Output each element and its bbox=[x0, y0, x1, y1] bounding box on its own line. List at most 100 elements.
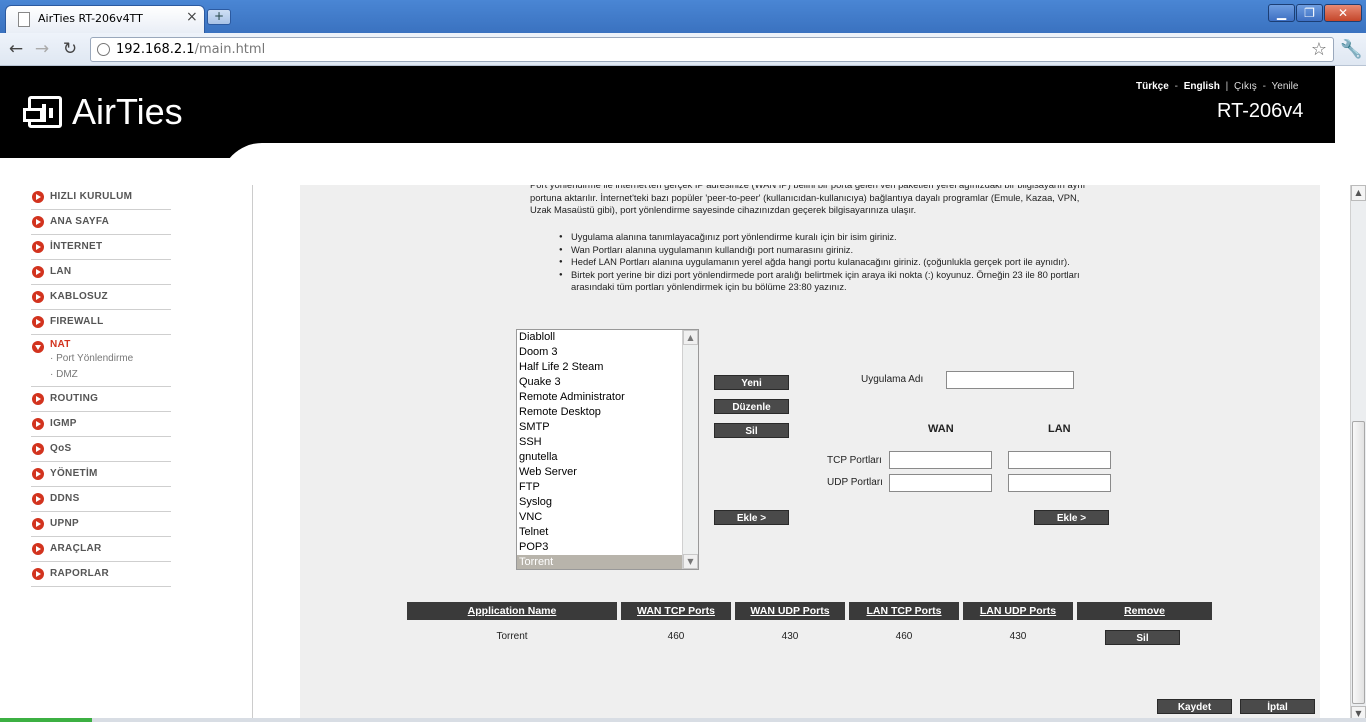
sidebar-item-routing[interactable]: ROUTING bbox=[31, 387, 171, 412]
list-item-selected[interactable]: Torrent bbox=[517, 555, 698, 569]
browser-tab[interactable]: AirTies RT-206v4TT × bbox=[5, 5, 205, 33]
sidebar-item-label: İNTERNET bbox=[50, 241, 103, 252]
sidebar-item-ddns[interactable]: DDNS bbox=[31, 487, 171, 512]
back-icon[interactable]: ← bbox=[6, 39, 26, 59]
column-header-lan-udp[interactable]: LAN UDP Ports bbox=[963, 602, 1073, 620]
lang-turkish-link[interactable]: Türkçe bbox=[1136, 81, 1169, 92]
close-window-button[interactable]: ✕ bbox=[1324, 4, 1362, 22]
list-item[interactable]: SSH bbox=[517, 435, 698, 450]
logo-text: AirTies bbox=[72, 91, 183, 132]
scroll-up-icon[interactable]: ▲ bbox=[683, 330, 698, 345]
sidebar-item-hizli-kurulum[interactable]: HIZLI KURULUM bbox=[31, 185, 171, 210]
instruction-item: Hedef LAN Portları alanına uygulamanın y… bbox=[559, 256, 1091, 269]
scrollbar-thumb[interactable] bbox=[1352, 421, 1365, 704]
list-item[interactable]: Remote Desktop bbox=[517, 405, 698, 420]
sidebar-item-label: LAN bbox=[50, 266, 72, 277]
column-header-remove[interactable]: Remove bbox=[1077, 602, 1212, 620]
list-item[interactable]: Telnet bbox=[517, 525, 698, 540]
list-item[interactable]: VNC bbox=[517, 510, 698, 525]
sidebar-item-lan[interactable]: LAN bbox=[31, 260, 171, 285]
list-item[interactable]: Syslog bbox=[517, 495, 698, 510]
column-header-lan-tcp[interactable]: LAN TCP Ports bbox=[849, 602, 959, 620]
sidebar-item-raporlar[interactable]: RAPORLAR bbox=[31, 562, 171, 587]
add-app-button[interactable]: Ekle > bbox=[714, 510, 789, 525]
list-item[interactable]: Web Server bbox=[517, 465, 698, 480]
sidebar-item-label: QoS bbox=[50, 443, 72, 454]
list-item[interactable]: Half Life 2 Steam bbox=[517, 360, 698, 375]
sidebar-item-label: DDNS bbox=[50, 493, 80, 504]
list-item[interactable]: Diabloll bbox=[517, 330, 698, 345]
column-header-app-name[interactable]: Application Name bbox=[407, 602, 617, 620]
arrow-bullet-icon bbox=[32, 543, 44, 555]
arrow-bullet-icon bbox=[32, 266, 44, 278]
refresh-link[interactable]: Yenile bbox=[1272, 81, 1299, 92]
arrow-bullet-icon bbox=[32, 518, 44, 530]
lan-tcp-input[interactable] bbox=[1008, 451, 1111, 469]
logout-link[interactable]: Çıkış bbox=[1234, 81, 1257, 92]
taskbar-strip bbox=[0, 718, 1366, 722]
address-bar[interactable]: 192.168.2.1/main.html ☆ bbox=[90, 37, 1334, 62]
list-item[interactable]: Quake 3 bbox=[517, 375, 698, 390]
arrow-bullet-icon bbox=[32, 191, 44, 203]
close-tab-icon[interactable]: × bbox=[186, 9, 198, 25]
page-icon bbox=[18, 12, 30, 27]
separator: | bbox=[1225, 81, 1229, 92]
save-button[interactable]: Kaydet bbox=[1157, 699, 1232, 714]
sidebar-item-araclar[interactable]: ARAÇLAR bbox=[31, 537, 171, 562]
new-tab-button[interactable]: + bbox=[207, 9, 231, 25]
edit-button[interactable]: Düzenle bbox=[714, 399, 789, 414]
instructions-list: Uygulama alanına tanımlayacağınız port y… bbox=[559, 231, 1091, 294]
sidebar-item-igmp[interactable]: IGMP bbox=[31, 412, 171, 437]
scroll-up-icon[interactable]: ▲ bbox=[1351, 185, 1366, 201]
table-cell-lan-udp: 430 bbox=[1009, 631, 1027, 642]
page-scrollbar[interactable]: ▲ ▼ bbox=[1350, 185, 1366, 722]
lang-english-link[interactable]: English bbox=[1184, 81, 1220, 92]
wan-udp-input[interactable] bbox=[889, 474, 992, 492]
app-name-label: Uygulama Adı bbox=[861, 374, 924, 385]
delete-button[interactable]: Sil bbox=[714, 423, 789, 438]
lan-udp-input[interactable] bbox=[1008, 474, 1111, 492]
sidebar-subitem-port-forwarding[interactable]: · Port Yönlendirme bbox=[50, 353, 133, 364]
separator: - bbox=[1174, 81, 1178, 92]
list-item[interactable]: Doom 3 bbox=[517, 345, 698, 360]
forward-icon[interactable]: → bbox=[32, 39, 52, 59]
sidebar-item-label: FIREWALL bbox=[50, 316, 104, 327]
column-header-wan-udp[interactable]: WAN UDP Ports bbox=[735, 602, 845, 620]
scroll-down-icon[interactable]: ▼ bbox=[683, 554, 698, 569]
cancel-button[interactable]: İptal bbox=[1240, 699, 1315, 714]
bookmark-star-icon[interactable]: ☆ bbox=[1311, 39, 1327, 60]
sidebar-item-label: KABLOSUZ bbox=[50, 291, 108, 302]
table-cell-wan-tcp: 460 bbox=[667, 631, 685, 642]
sidebar-item-label: ROUTING bbox=[50, 393, 99, 404]
wrench-icon[interactable]: 🔧 bbox=[1340, 39, 1362, 60]
list-item[interactable]: Remote Administrator bbox=[517, 390, 698, 405]
arrow-bullet-icon bbox=[32, 468, 44, 480]
sidebar-item-firewall[interactable]: FIREWALL bbox=[31, 310, 171, 335]
sidebar-item-internet[interactable]: İNTERNET bbox=[31, 235, 171, 260]
list-item[interactable]: FTP bbox=[517, 480, 698, 495]
list-item[interactable]: gnutella bbox=[517, 450, 698, 465]
new-button[interactable]: Yeni bbox=[714, 375, 789, 390]
sidebar-item-qos[interactable]: QoS bbox=[31, 437, 171, 462]
add-rule-button[interactable]: Ekle > bbox=[1034, 510, 1109, 525]
reload-icon[interactable]: ↻ bbox=[60, 39, 80, 59]
globe-icon bbox=[97, 43, 110, 56]
application-list[interactable]: Diabloll Doom 3 Half Life 2 Steam Quake … bbox=[516, 329, 699, 570]
arrow-bullet-icon bbox=[32, 216, 44, 228]
app-name-input[interactable] bbox=[946, 371, 1074, 389]
list-item[interactable]: SMTP bbox=[517, 420, 698, 435]
wan-tcp-input[interactable] bbox=[889, 451, 992, 469]
remove-row-button[interactable]: Sil bbox=[1105, 630, 1180, 645]
sidebar-item-kablosuz[interactable]: KABLOSUZ bbox=[31, 285, 171, 310]
sidebar-subitem-dmz[interactable]: · DMZ bbox=[50, 369, 78, 380]
expanded-bullet-icon bbox=[32, 341, 44, 353]
minimize-button[interactable]: ▁ bbox=[1268, 4, 1295, 22]
list-item[interactable]: POP3 bbox=[517, 540, 698, 555]
column-header-wan-tcp[interactable]: WAN TCP Ports bbox=[621, 602, 731, 620]
sidebar-item-ana-sayfa[interactable]: ANA SAYFA bbox=[31, 210, 171, 235]
instruction-item: Uygulama alanına tanımlayacağınız port y… bbox=[559, 231, 1091, 244]
maximize-button[interactable]: ❐ bbox=[1296, 4, 1323, 22]
sidebar-item-upnp[interactable]: UPNP bbox=[31, 512, 171, 537]
sidebar-item-yonetim[interactable]: YÖNETİM bbox=[31, 462, 171, 487]
list-scrollbar[interactable]: ▲ ▼ bbox=[682, 330, 698, 569]
